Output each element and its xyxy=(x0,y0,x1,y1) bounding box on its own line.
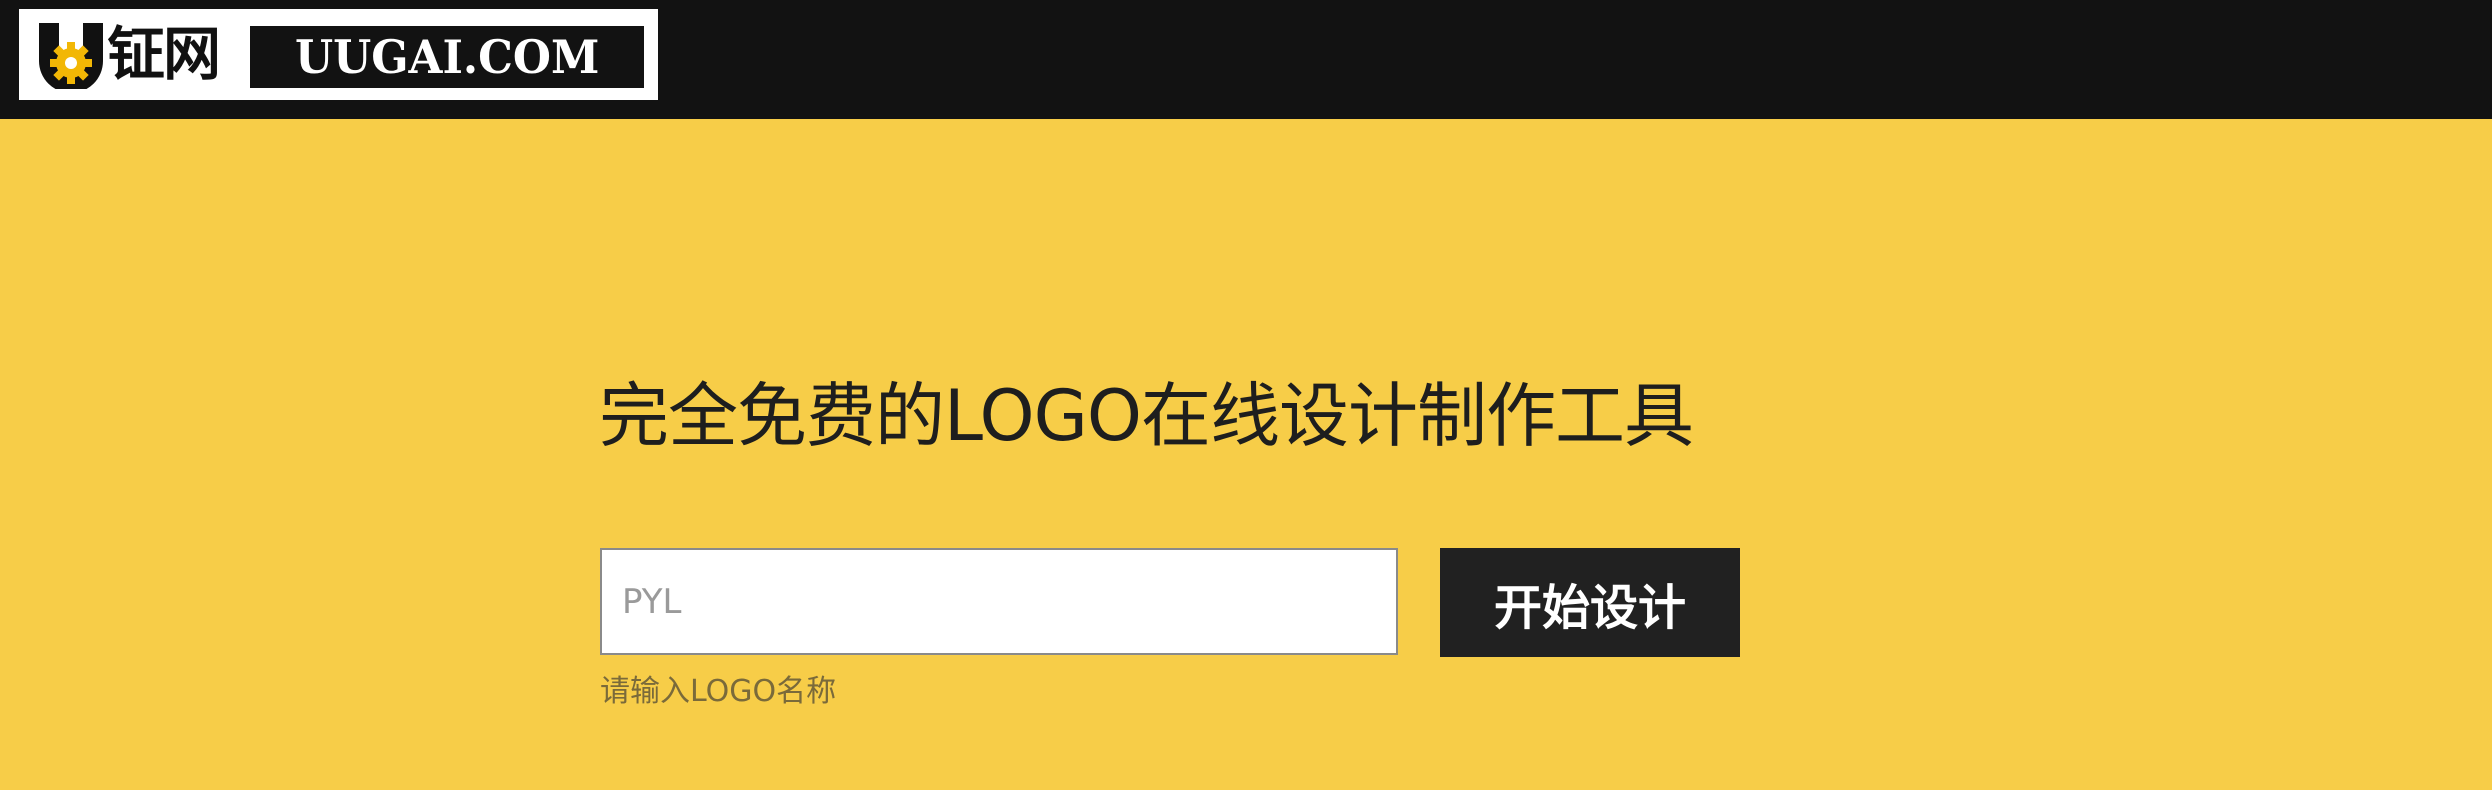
logo-name-input[interactable] xyxy=(600,548,1398,655)
logo-english-text: UUGAI.COM xyxy=(250,26,644,88)
top-bar: 钲网 UUGAI.COM xyxy=(0,0,2492,119)
page-title: 完全免费的LOGO在线设计制作工具 xyxy=(599,375,1694,457)
site-logo[interactable]: 钲网 UUGAI.COM xyxy=(19,9,658,100)
input-hint: 请输入LOGO名称 xyxy=(600,674,837,709)
start-design-button[interactable]: 开始设计 xyxy=(1440,548,1740,657)
logo-u-gear-icon xyxy=(39,23,103,89)
logo-chinese-text: 钲网 xyxy=(107,20,221,88)
logo-english-label: UUGAI.COM xyxy=(294,30,600,84)
